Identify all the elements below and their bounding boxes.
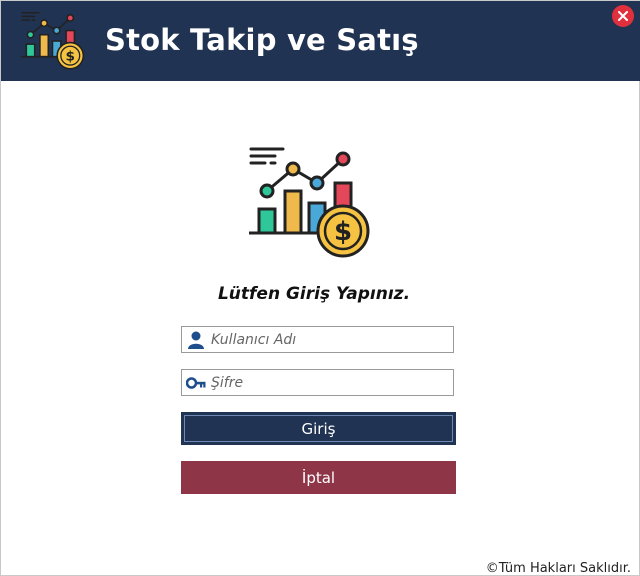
password-input[interactable] (211, 372, 449, 393)
login-button-label: Giriş (301, 419, 336, 438)
app-window: $ Stok Takip ve Satış $ Lütfen Giriş Yap… (0, 0, 640, 576)
title-bar: $ Stok Takip ve Satış (1, 1, 640, 81)
login-prompt: Lütfen Giriş Yapınız. (217, 284, 411, 304)
copyright-text: ©Tüm Hakları Saklıdır. (485, 561, 631, 576)
password-field[interactable] (181, 369, 454, 396)
username-field[interactable] (181, 326, 454, 353)
username-input[interactable] (211, 329, 449, 350)
svg-text:$: $ (66, 48, 75, 64)
close-icon (618, 11, 628, 21)
stock-chart-coin-icon: $ (21, 11, 85, 70)
key-icon (186, 377, 206, 389)
app-title: Stok Takip ve Satış (105, 23, 419, 57)
login-button[interactable]: Giriş (181, 412, 456, 445)
user-icon (188, 331, 204, 349)
cancel-button-label: İptal (301, 468, 336, 487)
cancel-button[interactable]: İptal (181, 461, 456, 494)
svg-text:$: $ (334, 217, 352, 247)
close-button[interactable] (612, 5, 634, 27)
stock-chart-coin-logo: $ (249, 147, 370, 258)
